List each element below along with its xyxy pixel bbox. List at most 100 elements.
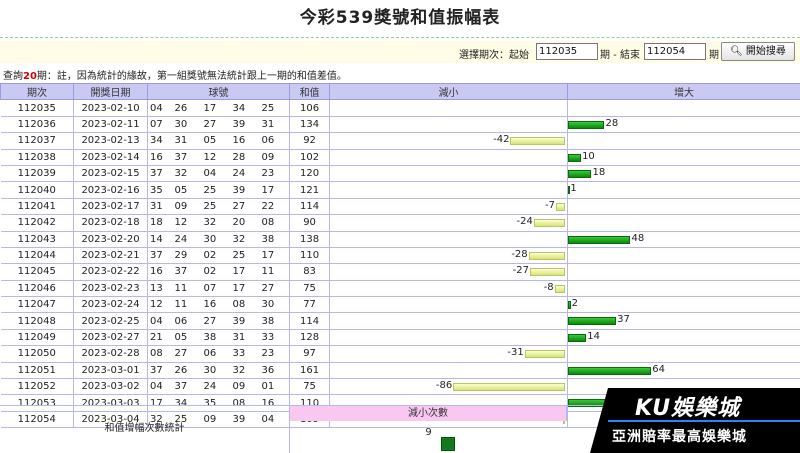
- ball-cell: 30: [201, 231, 231, 248]
- ball-cell: 05: [172, 329, 202, 347]
- ball-cell: 38: [259, 312, 291, 330]
- decrease-bar: [453, 383, 566, 392]
- period-cell: 112040: [0, 181, 74, 199]
- date-cell: 2023-02-16: [73, 181, 148, 199]
- increase-cell: [567, 263, 800, 281]
- decrease-label: -86: [435, 380, 453, 392]
- ball-cell: 06: [259, 132, 291, 150]
- increase-label: 28: [605, 117, 619, 129]
- search-button[interactable]: 🔍︎ 開始搜尋: [721, 42, 795, 61]
- ball-cell: 32: [230, 362, 260, 380]
- decrease-count-bar: [441, 437, 455, 451]
- decrease-label: -27: [512, 265, 529, 277]
- period-cell: 112049: [0, 329, 74, 347]
- table-row: 112042 2023-02-18 18 12 32 20 08 90 -24: [0, 214, 800, 232]
- search-suffix-label: 期: [709, 50, 719, 61]
- search-end-label: 期 - 結束: [600, 50, 640, 61]
- ball-cell: 37: [172, 263, 202, 281]
- header-date: 開獎日期: [73, 82, 148, 101]
- ball-cell: 31: [172, 132, 202, 150]
- period-cell: 112046: [0, 280, 74, 298]
- decrease-cell: -28: [329, 247, 569, 265]
- ball-cell: 30: [201, 362, 231, 380]
- decrease-cell: [329, 362, 569, 380]
- sum-cell: 97: [289, 345, 331, 363]
- header-balls: 球號: [146, 82, 291, 101]
- ball-cell: 01: [259, 378, 291, 396]
- date-cell: 2023-02-22: [73, 263, 148, 281]
- ball-cell: 12: [201, 149, 231, 166]
- decrease-cell: [329, 329, 569, 347]
- start-period-input[interactable]: [536, 43, 598, 60]
- table-row: 112043 2023-02-20 14 24 30 32 38 138 48: [0, 231, 800, 248]
- date-cell: 2023-03-02: [73, 378, 148, 396]
- increase-cell: [567, 214, 800, 232]
- increase-cell: 14: [567, 329, 800, 347]
- ball-cell: 37: [172, 378, 202, 396]
- decrease-cell: -31: [329, 345, 569, 363]
- increase-bar: [568, 120, 605, 129]
- ball-cell: 11: [259, 263, 291, 281]
- decrease-count-value: 9: [425, 427, 432, 438]
- note-count: 20: [23, 71, 37, 82]
- ball-cell: 11: [172, 296, 202, 314]
- increase-bar: [568, 235, 631, 244]
- increase-label: 64: [652, 363, 665, 375]
- ball-cell: 25: [201, 198, 231, 216]
- date-cell: 2023-02-17: [73, 198, 148, 216]
- ball-cell: 02: [201, 263, 231, 281]
- period-cell: 112052: [0, 378, 74, 396]
- increase-cell: 64: [567, 362, 800, 380]
- ball-cell: 17: [230, 263, 260, 281]
- ball-cell: 31: [230, 329, 260, 347]
- ball-cell: 04: [147, 99, 173, 117]
- table-row: 112048 2023-02-25 04 06 27 39 38 114 37: [0, 312, 800, 330]
- ball-cell: 27: [201, 116, 231, 134]
- table-row: 112044 2023-02-21 37 29 02 25 17 110 -28: [0, 247, 800, 265]
- increase-label: 18: [592, 166, 606, 178]
- decrease-cell: [329, 296, 569, 314]
- decrease-label: -31: [507, 347, 524, 359]
- decrease-cell: -8: [329, 280, 569, 298]
- ball-cell: 37: [172, 149, 202, 166]
- date-cell: 2023-03-01: [73, 362, 148, 380]
- date-cell: 2023-02-18: [73, 214, 148, 232]
- end-period-input[interactable]: [644, 43, 706, 60]
- ball-cell: 33: [230, 345, 260, 363]
- note-prefix: 查詢: [3, 71, 23, 82]
- ball-cell: 33: [259, 329, 291, 347]
- ball-cell: 25: [201, 181, 231, 199]
- sum-cell: 106: [289, 99, 331, 117]
- ball-cell: 27: [259, 280, 291, 298]
- increase-label: 48: [631, 232, 645, 244]
- stats-label: 和值增幅次數統計: [0, 406, 290, 453]
- decrease-label: -42: [493, 134, 510, 146]
- ball-cell: 26: [172, 99, 202, 117]
- ball-cell: 31: [147, 198, 173, 216]
- decrease-label: -24: [516, 216, 533, 228]
- ball-cell: 11: [172, 280, 202, 298]
- increase-label: 14: [587, 330, 600, 342]
- ball-cell: 36: [259, 362, 291, 380]
- ball-cell: 39: [230, 116, 260, 134]
- ball-cell: 07: [147, 116, 173, 134]
- table-row: 112047 2023-02-24 12 11 16 08 30 77 2: [0, 296, 800, 314]
- period-cell: 112048: [0, 312, 74, 330]
- period-cell: 112044: [0, 247, 74, 265]
- date-cell: 2023-02-10: [73, 99, 148, 117]
- ball-cell: 31: [259, 116, 291, 134]
- ball-cell: 12: [147, 296, 173, 314]
- increase-cell: 1: [567, 181, 800, 199]
- increase-label: 37: [617, 314, 630, 326]
- ball-cell: 30: [259, 296, 291, 314]
- ball-cell: 24: [201, 378, 231, 396]
- sum-cell: 128: [289, 329, 331, 347]
- table-header-row: 期次 開獎日期 球號 和值 減小 增大: [0, 82, 800, 101]
- decrease-count-header: 減小次數: [290, 406, 567, 421]
- increase-bar: [568, 169, 592, 178]
- ball-cell: 04: [147, 378, 173, 396]
- ball-cell: 04: [201, 165, 231, 183]
- ball-cell: 32: [201, 214, 231, 232]
- decrease-bar: [554, 284, 566, 293]
- decrease-cell: -24: [329, 214, 569, 232]
